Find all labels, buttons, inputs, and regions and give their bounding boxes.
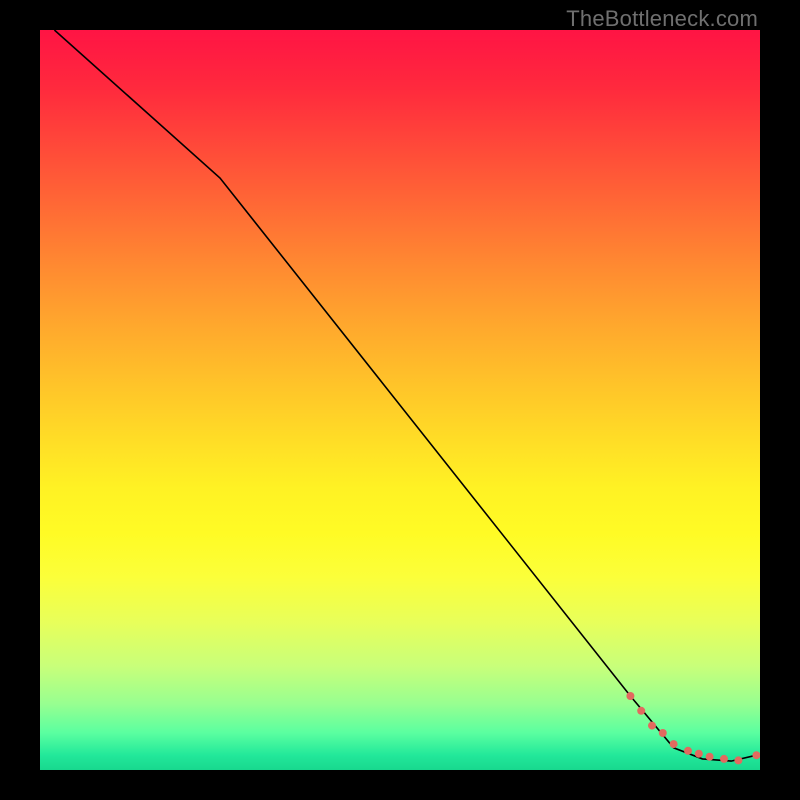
chart-svg <box>40 30 760 770</box>
bottleneck-curve <box>54 30 756 761</box>
data-point <box>670 740 678 748</box>
plot-area <box>40 30 760 770</box>
data-point <box>637 707 645 715</box>
data-point <box>720 755 728 763</box>
chart-frame: TheBottleneck.com <box>0 0 800 800</box>
data-point <box>706 753 714 761</box>
data-point <box>684 747 692 755</box>
data-point <box>734 756 742 764</box>
data-point <box>648 722 656 730</box>
data-point <box>695 750 703 758</box>
brand-watermark: TheBottleneck.com <box>566 6 758 32</box>
marker-group <box>626 692 760 764</box>
data-point <box>626 692 634 700</box>
data-point <box>659 729 667 737</box>
data-point <box>752 751 760 759</box>
